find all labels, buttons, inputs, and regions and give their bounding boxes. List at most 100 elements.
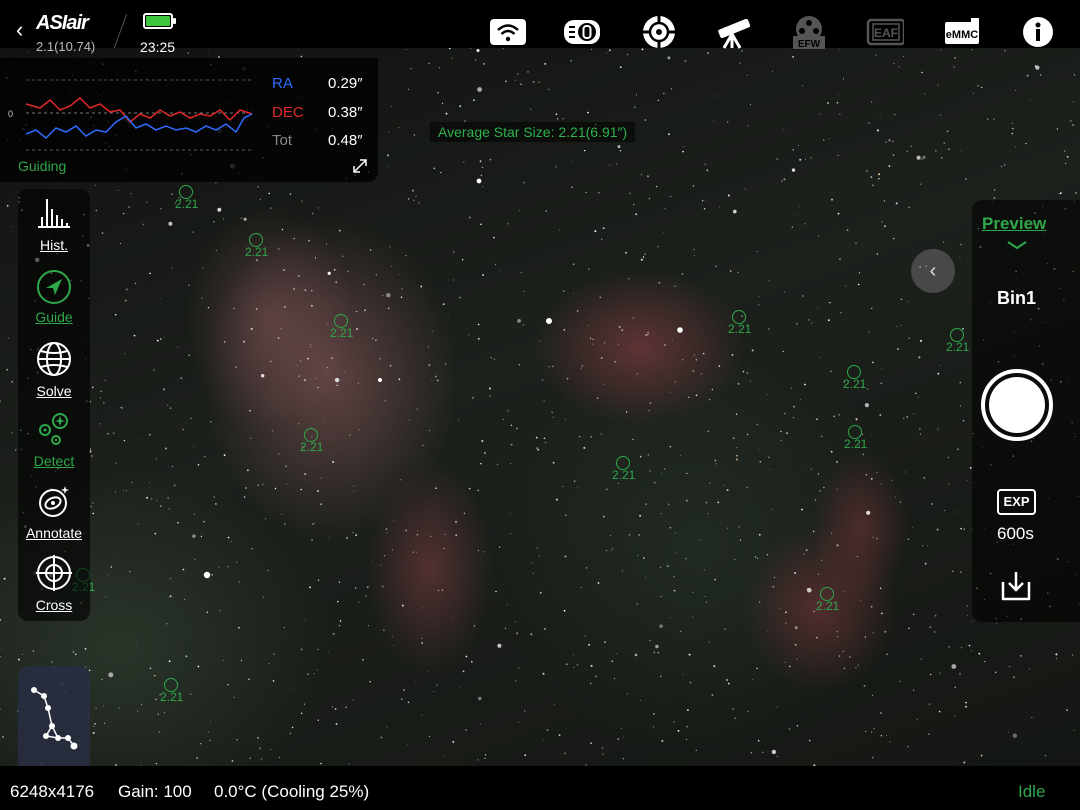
star xyxy=(802,466,803,468)
star xyxy=(563,290,565,292)
star xyxy=(507,223,509,225)
sky-atlas-button[interactable] xyxy=(18,666,90,773)
star xyxy=(493,236,495,239)
star xyxy=(645,576,647,578)
star xyxy=(469,48,472,49)
star xyxy=(328,537,330,539)
collapse-panel-button[interactable]: ‹ xyxy=(911,249,955,293)
star xyxy=(808,319,810,321)
star xyxy=(91,386,94,389)
star xyxy=(597,397,599,399)
star xyxy=(625,411,628,413)
mount-icon[interactable] xyxy=(640,14,678,50)
star-ring-icon xyxy=(820,587,834,601)
star xyxy=(1008,665,1011,668)
star xyxy=(694,255,695,257)
star xyxy=(872,361,874,364)
star xyxy=(590,664,593,667)
chevron-down-icon[interactable] xyxy=(1006,240,1028,250)
star xyxy=(563,329,566,331)
star xyxy=(994,189,996,191)
star xyxy=(673,721,675,723)
expand-icon[interactable] xyxy=(350,156,370,176)
star xyxy=(458,419,460,420)
download-icon[interactable] xyxy=(999,568,1033,602)
star xyxy=(587,325,589,327)
left-toolbar: Hist. Guide Solve Detect Annotate Cross xyxy=(18,189,90,621)
star xyxy=(971,621,973,622)
eaf-label: EAF xyxy=(874,26,898,40)
star xyxy=(829,302,832,304)
star xyxy=(635,94,637,96)
star xyxy=(772,70,774,72)
star-ring-icon xyxy=(848,425,862,439)
top-bar: ‹ ASIair 2.1(10.74) 23:25 EFW EAF eMMC xyxy=(0,0,1080,55)
star xyxy=(201,297,203,299)
star xyxy=(1012,733,1017,738)
star xyxy=(934,614,937,617)
star xyxy=(836,488,838,490)
solve-button[interactable]: Solve xyxy=(18,341,90,411)
cross-button[interactable]: Cross xyxy=(18,555,90,625)
guiding-graph-panel[interactable]: 0 RA 0.29″ DEC 0.38″ Tot 0.48″ Guiding xyxy=(0,58,378,182)
star xyxy=(262,596,264,598)
star xyxy=(92,502,94,504)
star xyxy=(358,601,360,603)
star xyxy=(598,192,600,194)
star xyxy=(428,62,430,65)
star xyxy=(924,562,927,565)
star xyxy=(137,710,139,712)
star xyxy=(871,694,874,697)
star xyxy=(821,559,823,561)
star xyxy=(304,473,307,476)
star xyxy=(903,417,905,420)
star xyxy=(927,545,929,547)
star xyxy=(791,226,793,228)
annotate-button[interactable]: Annotate xyxy=(18,483,90,553)
bin-selector[interactable]: Bin1 xyxy=(997,288,1036,309)
star xyxy=(149,482,150,483)
info-icon[interactable] xyxy=(1019,14,1057,50)
star xyxy=(555,166,557,168)
star xyxy=(102,402,105,404)
star xyxy=(758,304,760,306)
star xyxy=(714,578,716,581)
hist-button[interactable]: Hist. xyxy=(18,197,90,267)
star xyxy=(314,257,317,259)
detect-button[interactable]: Detect xyxy=(18,411,90,481)
star xyxy=(115,491,117,493)
guide-button[interactable]: Guide xyxy=(18,269,90,339)
star xyxy=(160,338,162,340)
star xyxy=(504,627,507,629)
star xyxy=(114,313,117,316)
star xyxy=(856,556,859,558)
star xyxy=(536,547,538,549)
star xyxy=(188,354,190,356)
exposure-value[interactable]: 600s xyxy=(997,524,1034,544)
star xyxy=(337,600,339,603)
star xyxy=(523,710,526,712)
exp-icon[interactable]: EXP xyxy=(997,489,1036,515)
mode-selector[interactable]: Preview xyxy=(982,214,1046,234)
star xyxy=(866,170,868,172)
star xyxy=(99,423,101,425)
star xyxy=(107,433,109,435)
star xyxy=(552,416,554,418)
efw-icon[interactable]: EFW xyxy=(790,14,828,50)
eaf-icon[interactable]: EAF xyxy=(866,14,904,50)
shutter-button[interactable] xyxy=(981,369,1053,441)
emmc-icon[interactable]: eMMC xyxy=(943,14,981,50)
star xyxy=(0,618,1,621)
telescope-icon[interactable] xyxy=(714,14,752,50)
star xyxy=(443,547,445,549)
camera-icon[interactable] xyxy=(563,14,601,50)
star xyxy=(1020,655,1022,657)
star xyxy=(686,725,688,728)
star xyxy=(899,680,901,683)
back-icon[interactable]: ‹ xyxy=(16,18,36,42)
wifi-icon[interactable] xyxy=(489,14,527,50)
star xyxy=(1056,128,1059,130)
star xyxy=(1026,74,1029,77)
star xyxy=(572,161,573,162)
star xyxy=(339,620,342,622)
